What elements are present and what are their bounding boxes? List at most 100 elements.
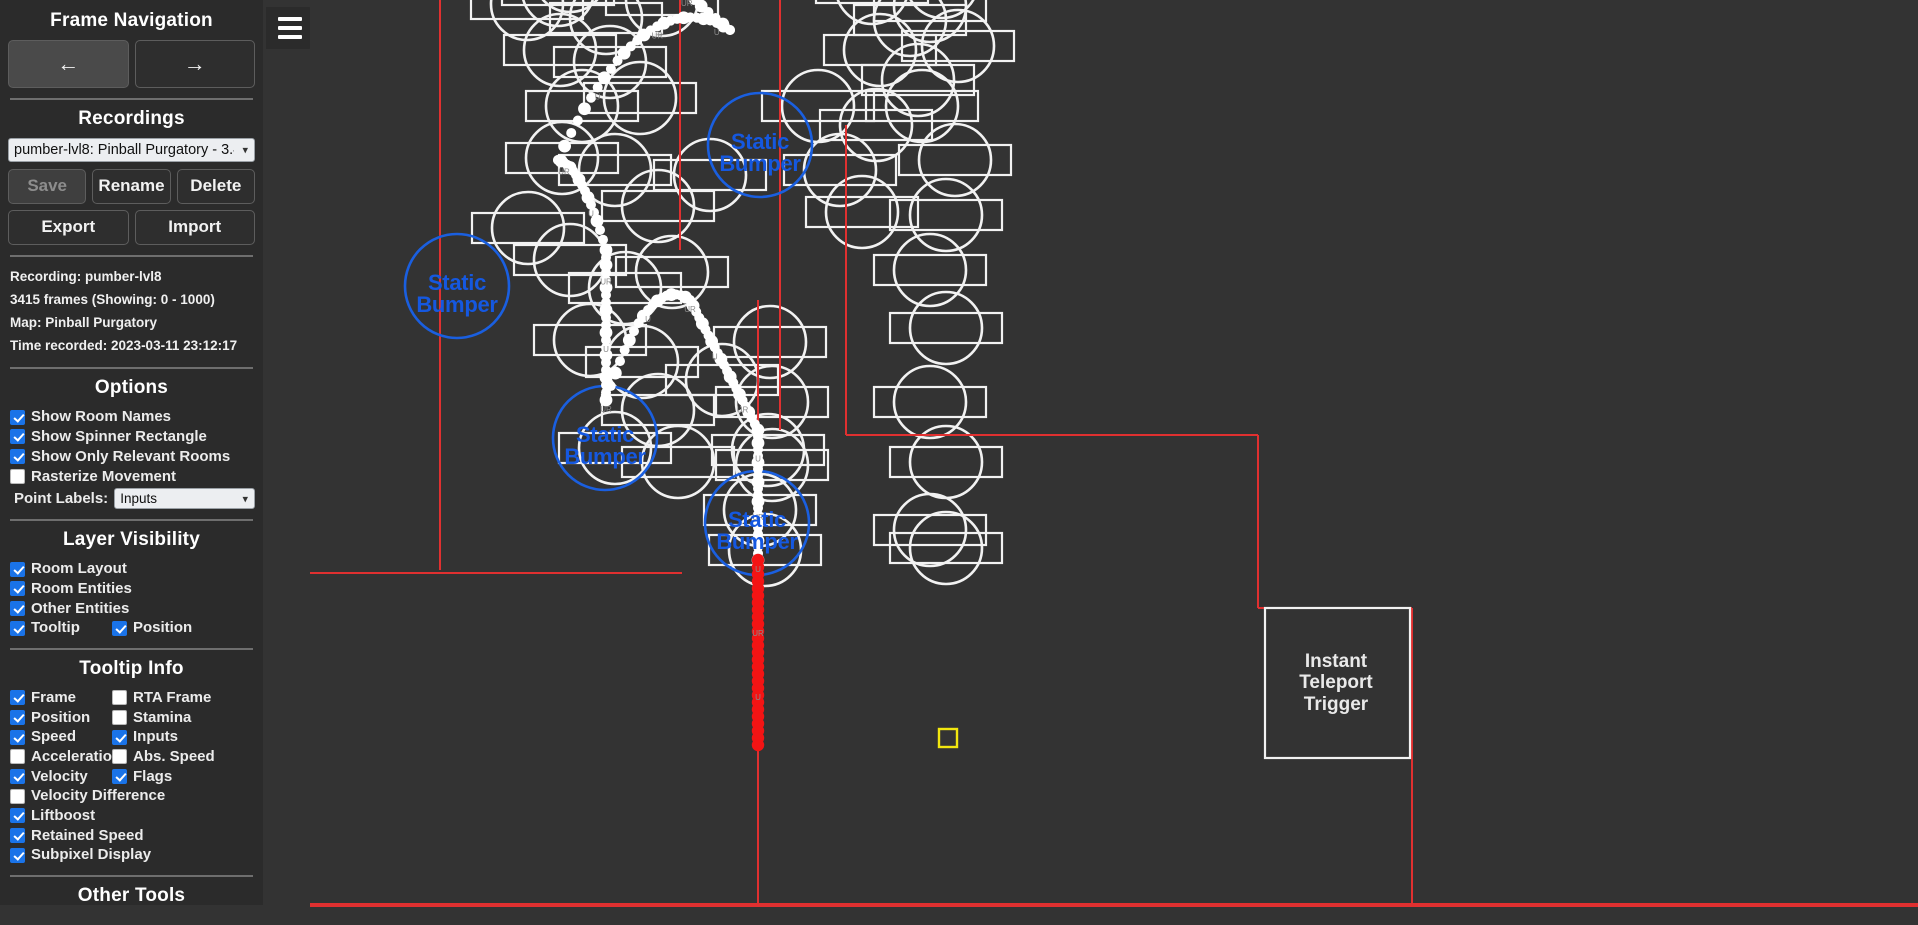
layer-tooltip[interactable]: Tooltip: [8, 618, 110, 638]
tooltip-velocity-difference[interactable]: Velocity Difference: [8, 786, 255, 806]
map-canvas[interactable]: UR U UR U UR U UR U UR U UR U UR U UR U UR U Static Bumper…: [310, 0, 1918, 925]
tooltip-liftboost[interactable]: Liftboost: [8, 806, 255, 826]
checkbox-icon[interactable]: [10, 690, 25, 706]
save-button[interactable]: Save: [8, 169, 87, 204]
tooltip-stamina[interactable]: Stamina: [110, 708, 255, 728]
tooltip-inputs[interactable]: Inputs: [110, 727, 255, 747]
checkbox-label: Abs. Speed: [133, 748, 215, 765]
marker-square: [937, 727, 959, 749]
tooltip-rta-frame[interactable]: RTA Frame: [110, 688, 255, 708]
checkbox-icon[interactable]: [112, 729, 127, 745]
trajectory-point-label: U: [603, 345, 609, 354]
trajectory-point-white: [605, 381, 616, 392]
checkbox-label: RTA Frame: [133, 688, 212, 706]
trajectory-point-white: [592, 82, 603, 93]
checkbox-label: Room Layout: [31, 560, 127, 578]
checkbox-icon[interactable]: [112, 690, 127, 706]
checkbox-icon[interactable]: [10, 729, 25, 745]
tooltip-subpixel-display[interactable]: Subpixel Display: [8, 845, 255, 865]
map-svg: UR U UR U UR U UR U UR U UR U UR U UR U UR U: [310, 0, 1918, 907]
tooltip-acceleration[interactable]: Acceleration: [8, 747, 121, 767]
trajectory-point-white: [619, 345, 630, 356]
spinner-circle: [838, 87, 914, 163]
tooltip-frame[interactable]: Frame: [8, 688, 110, 708]
checkbox-icon[interactable]: [10, 620, 25, 636]
checkbox-icon[interactable]: [112, 709, 127, 725]
rename-button[interactable]: Rename: [92, 169, 171, 204]
tooltip-abs-speed[interactable]: Abs. Speed: [110, 747, 255, 767]
next-frame-button[interactable]: →: [134, 40, 255, 89]
spinner-rectangle: [872, 385, 988, 419]
checkbox-icon[interactable]: [10, 749, 25, 765]
option-show-spinner-rectangle[interactable]: Show Spinner Rectangle: [8, 427, 255, 447]
spinner-rectangle: [897, 143, 1013, 177]
trajectory-point-white: [566, 127, 577, 138]
checkbox-icon[interactable]: [112, 749, 127, 765]
tooltip-speed[interactable]: Speed: [8, 727, 110, 747]
trajectory-point-white: [615, 356, 625, 367]
trajectory-point-white: [572, 115, 583, 126]
checkbox-label: Show Room Names: [31, 408, 172, 426]
tooltip-flags[interactable]: Flags: [110, 767, 255, 787]
checkbox-icon[interactable]: [10, 847, 25, 863]
checkbox-icon[interactable]: [112, 620, 127, 636]
trajectory-point-label: UR: [681, 0, 693, 8]
recording-info-map: Map: Pinball Purgatory: [10, 315, 158, 330]
layer-room-entities[interactable]: Room Entities: [8, 579, 255, 599]
checkbox-icon[interactable]: [10, 769, 25, 785]
spinner-rectangle: [872, 253, 988, 287]
trajectory-point-white: [601, 395, 611, 405]
trajectory-point-label: UR: [752, 513, 764, 522]
checkbox-label: Subpixel Display: [31, 846, 152, 864]
hamburger-icon[interactable]: [266, 7, 314, 49]
checkbox-icon[interactable]: [10, 429, 25, 445]
point-labels-select[interactable]: Inputs: [114, 488, 255, 510]
trajectory-point-label: UR: [600, 405, 612, 414]
import-button[interactable]: Import: [134, 209, 255, 245]
checkbox-icon[interactable]: [10, 449, 25, 465]
option-show-room-names[interactable]: Show Room Names: [8, 407, 255, 427]
trajectory-point-white: [608, 366, 622, 380]
checkbox-icon[interactable]: [10, 808, 25, 824]
recording-info-frames: 3415 frames (Showing: 0 - 1000): [10, 291, 215, 307]
checkbox-icon[interactable]: [10, 409, 25, 425]
trajectory-point-label: UR: [558, 168, 570, 177]
checkbox-icon[interactable]: [10, 600, 25, 616]
spinner-rectangle: [888, 311, 1004, 345]
trajectory-point-label: U: [712, 352, 718, 361]
spinner-rectangle: [888, 198, 1004, 232]
option-show-only-relevant-rooms[interactable]: Show Only Relevant Rooms: [8, 447, 255, 467]
checkbox-icon[interactable]: [10, 468, 25, 484]
layer-position[interactable]: Position: [110, 618, 255, 638]
checkbox-label: Liftboost: [31, 807, 96, 825]
trajectory-point-white: [595, 225, 605, 235]
tooltip-position[interactable]: Position: [8, 708, 110, 728]
checkbox-icon[interactable]: [10, 788, 25, 804]
recording-select[interactable]: pumber-lvl8: Pinball Purgatory - 3.4Kf: [8, 138, 255, 163]
tooltip-velocity[interactable]: Velocity: [8, 767, 110, 787]
point-labels-select-wrap: Inputs ▾: [114, 488, 255, 510]
delete-button[interactable]: Delete: [176, 169, 255, 204]
trajectory-point-label: U: [755, 693, 761, 702]
trajectory-point-label: UR: [752, 629, 764, 638]
spinner-circle: [552, 302, 628, 378]
frame-navigation-title: Frame Navigation: [50, 10, 213, 31]
checkbox-icon[interactable]: [10, 581, 25, 597]
checkbox-icon[interactable]: [10, 561, 25, 577]
trajectory-point-white: [578, 102, 591, 116]
hamburger-bar: [278, 26, 302, 30]
export-button[interactable]: Export: [8, 209, 129, 245]
spinner-rectangle: [888, 445, 1004, 479]
tooltip-retained-speed[interactable]: Retained Speed: [8, 826, 255, 846]
sidebar-panel: Frame Navigation ← → Recordings pumber-l…: [0, 0, 263, 905]
option-rasterize-movement[interactable]: Rasterize Movement: [8, 467, 255, 487]
static-bumper-circle: [403, 232, 511, 340]
checkbox-icon[interactable]: [10, 828, 25, 844]
app-root: Frame Navigation ← → Recordings pumber-l…: [0, 0, 1918, 925]
checkbox-icon[interactable]: [10, 709, 25, 725]
point-labels-row: Point Labels: Inputs ▾: [8, 488, 255, 510]
layer-room-layout[interactable]: Room Layout: [8, 559, 255, 579]
prev-frame-button[interactable]: ←: [8, 40, 129, 89]
layer-other-entities[interactable]: Other Entities: [8, 599, 255, 619]
checkbox-icon[interactable]: [112, 769, 127, 785]
